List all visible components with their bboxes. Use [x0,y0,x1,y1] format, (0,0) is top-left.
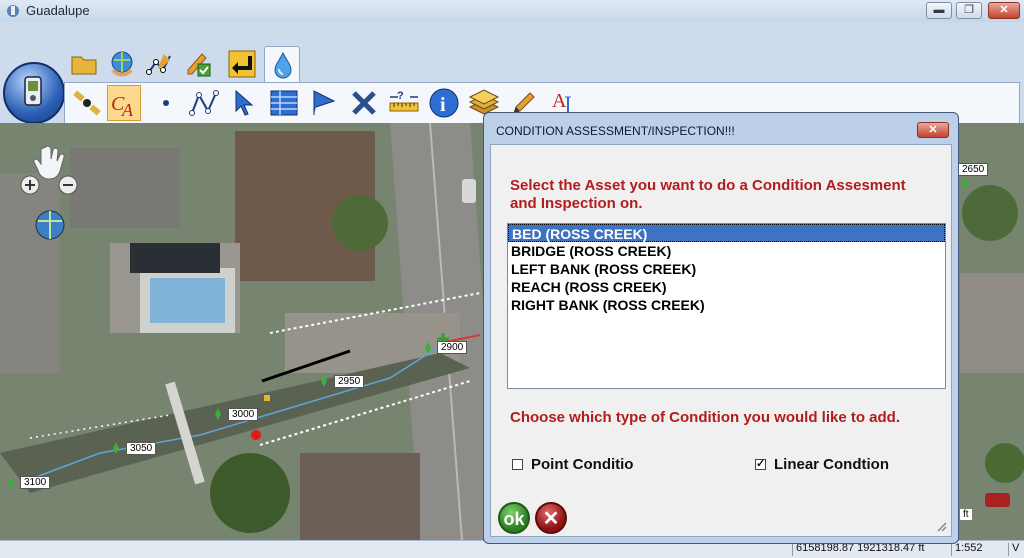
station-label: 3100 [20,476,51,489]
point-icon [163,100,169,106]
identify-button[interactable]: i [427,85,461,121]
svg-text:i: i [440,94,446,116]
pan-hand-icon[interactable] [33,145,65,180]
dialog-title: CONDITION ASSESSMENT/INSPECTION!!! [496,124,735,138]
tab-map-navigation[interactable] [104,46,140,82]
svg-text:?: ? [397,90,404,102]
gps-tool-button[interactable] [71,85,105,121]
station-label: 3050 [126,442,157,455]
tab-edit-attributes[interactable] [180,46,216,82]
add-point-button[interactable] [149,85,183,121]
gps-device-icon [24,76,42,106]
svg-text:A: A [552,90,567,112]
condition-assessment-button[interactable]: C A [107,85,141,121]
station-label: 2650 [958,163,989,176]
window-title: Guadalupe [26,3,90,18]
info-icon: i [429,88,459,118]
asset-prompt: Select the Asset you want to do a Condit… [510,177,906,212]
delete-x-icon [352,91,376,115]
flag-button[interactable] [307,85,341,121]
add-line-button[interactable] [187,85,221,121]
tab-hydrology[interactable] [264,46,300,84]
maximize-button[interactable]: ❐ [956,2,982,19]
back-arrow-icon [228,50,256,78]
point-condition-checkbox[interactable] [512,459,523,470]
ribbon: C A ? i A [0,22,1024,144]
dialog-close-button[interactable]: ✕ [917,122,949,138]
scale-bar-label: ft [960,509,972,520]
water-drop-icon [274,51,292,79]
measure-button[interactable]: ? [387,85,421,121]
select-arrow-icon [235,89,254,116]
satellite-icon [73,90,101,116]
svg-text:A: A [121,100,134,120]
delete-button[interactable] [347,85,381,121]
tab-edit-network[interactable] [142,46,178,82]
edit-check-icon [187,53,211,77]
condition-assessment-dialog: CONDITION ASSESSMENT/INSPECTION!!! ✕ Sel… [483,112,959,544]
edit-network-icon [146,54,171,75]
linear-condition-checkbox[interactable]: ✓ [755,459,766,470]
attribute-table-icon [270,90,298,116]
map-scale-readout: 1:552 [955,542,983,554]
asset-list-item[interactable]: BRIDGE (ROSS CREEK) [508,242,945,260]
resize-grip-icon[interactable] [935,520,947,532]
status-mode: V [1012,542,1020,554]
minimize-button[interactable]: ▬ [926,2,952,19]
title-bar: Guadalupe ▬ ❐ ✕ [0,0,1024,23]
asset-list-item[interactable]: REACH (ROSS CREEK) [508,278,945,296]
polyline-icon [189,90,219,116]
dialog-body: Select the Asset you want to do a Condit… [490,144,952,537]
application-menu-button[interactable] [3,62,65,124]
folder-icon [71,56,97,75]
tab-back[interactable] [224,46,260,82]
attribute-table-button[interactable] [267,85,301,121]
map-navigation-control[interactable] [16,143,86,243]
point-condition-label: Point Conditio [531,456,634,473]
linear-condition-label: Linear Condtion [774,456,889,473]
tab-files[interactable] [66,46,102,82]
measure-icon: ? [389,90,419,112]
asset-list-item[interactable]: RIGHT BANK (ROSS CREEK) [508,296,945,314]
globe-hand-icon [111,51,133,77]
flag-icon [313,90,336,115]
condition-type-prompt: Choose which type of Condition you would… [510,409,900,426]
condition-assessment-icon: C A [111,93,134,120]
app-icon [7,5,19,17]
station-label: 3000 [228,408,259,421]
asset-list-item[interactable]: BED (ROSS CREEK) [508,224,945,242]
select-button[interactable] [227,85,261,121]
station-label: 2950 [334,375,365,388]
asset-list[interactable]: BED (ROSS CREEK) BRIDGE (ROSS CREEK) LEF… [507,223,946,389]
ok-button[interactable]: ok [498,502,530,534]
close-button[interactable]: ✕ [988,2,1020,19]
cancel-button[interactable]: ✕ [535,502,567,534]
station-label: 2900 [437,341,468,354]
asset-list-item[interactable]: LEFT BANK (ROSS CREEK) [508,260,945,278]
